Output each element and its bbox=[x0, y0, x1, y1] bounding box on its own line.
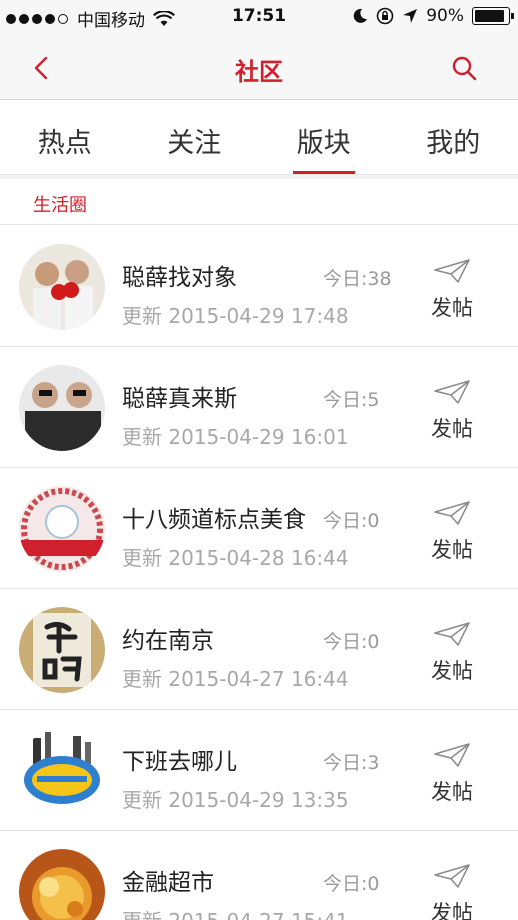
today-count: 今日:38 bbox=[323, 268, 392, 290]
paper-plane-icon bbox=[434, 864, 470, 888]
board-avatar bbox=[19, 728, 105, 814]
updated-time: 更新 2015-04-28 16:44 bbox=[122, 546, 349, 570]
today-count: 今日:0 bbox=[323, 510, 380, 532]
board-avatar bbox=[19, 607, 105, 693]
battery-percent: 90% bbox=[426, 6, 464, 26]
section-header: 生活圈 bbox=[0, 179, 518, 225]
post-button[interactable]: 发帖 bbox=[420, 740, 484, 820]
post-button[interactable]: 发帖 bbox=[420, 861, 484, 920]
tab-mine[interactable]: 我的 bbox=[389, 101, 518, 174]
tab-hot[interactable]: 热点 bbox=[0, 101, 130, 174]
list-item[interactable]: 金融超市 今日:0 更新 2015-04-27 15:41 发帖 bbox=[0, 831, 518, 920]
post-label: 发帖 bbox=[431, 538, 473, 562]
moon-icon bbox=[353, 8, 368, 23]
paper-plane-icon bbox=[434, 259, 470, 283]
navigation-bar: 社区 bbox=[0, 36, 518, 100]
post-button[interactable]: 发帖 bbox=[420, 619, 484, 699]
today-count: 今日:3 bbox=[323, 752, 380, 774]
paper-plane-icon bbox=[434, 743, 470, 767]
page-title: 社区 bbox=[235, 58, 283, 86]
list-item[interactable]: 十八频道标点美食 今日:0 更新 2015-04-28 16:44 发帖 bbox=[0, 468, 518, 589]
list-item[interactable]: 聪薛找对象 今日:38 更新 2015-04-29 17:48 发帖 bbox=[0, 226, 518, 347]
updated-time: 更新 2015-04-27 15:41 bbox=[122, 905, 349, 920]
post-label: 发帖 bbox=[431, 780, 473, 804]
board-name: 约在南京 bbox=[122, 628, 214, 654]
updated-time: 更新 2015-04-29 17:48 bbox=[122, 304, 349, 328]
section-title: 生活圈 bbox=[33, 195, 87, 216]
board-name: 十八频道标点美食 bbox=[122, 507, 306, 533]
updated-time: 更新 2015-04-29 16:01 bbox=[122, 425, 349, 449]
paper-plane-icon bbox=[434, 622, 470, 646]
today-count: 今日:5 bbox=[323, 389, 380, 411]
updated-time: 更新 2015-04-29 13:35 bbox=[122, 788, 349, 812]
board-name: 金融超市 bbox=[122, 870, 214, 896]
location-icon bbox=[403, 9, 418, 23]
post-button[interactable]: 发帖 bbox=[420, 498, 484, 578]
today-count: 今日:0 bbox=[323, 631, 380, 653]
status-right: 90% bbox=[352, 6, 514, 26]
board-name: 聪薛真来斯 bbox=[122, 386, 237, 412]
board-avatar bbox=[19, 365, 105, 451]
board-name: 聪薛找对象 bbox=[122, 265, 237, 291]
paper-plane-icon bbox=[434, 501, 470, 525]
tab-following[interactable]: 关注 bbox=[130, 101, 260, 174]
post-label: 发帖 bbox=[431, 901, 473, 920]
rotation-lock-icon bbox=[376, 7, 394, 25]
battery-icon bbox=[472, 7, 514, 25]
board-avatar bbox=[19, 244, 105, 330]
list-item[interactable]: 下班去哪儿 今日:3 更新 2015-04-29 13:35 发帖 bbox=[0, 710, 518, 831]
battery-cap bbox=[511, 13, 514, 19]
post-label: 发帖 bbox=[431, 296, 473, 320]
board-avatar bbox=[19, 486, 105, 572]
list-item[interactable]: 约在南京 今日:0 更新 2015-04-27 16:44 发帖 bbox=[0, 589, 518, 710]
post-label: 发帖 bbox=[431, 659, 473, 683]
updated-time: 更新 2015-04-27 16:44 bbox=[122, 667, 349, 691]
paper-plane-icon bbox=[434, 380, 470, 404]
board-name: 下班去哪儿 bbox=[122, 749, 237, 775]
list-item[interactable]: 聪薛真来斯 今日:5 更新 2015-04-29 16:01 发帖 bbox=[0, 347, 518, 468]
post-button[interactable]: 发帖 bbox=[420, 377, 484, 457]
board-avatar bbox=[19, 849, 105, 920]
tab-bar: 热点 关注 版块 我的 bbox=[0, 101, 518, 175]
status-bar: 中国移动 17:51 90% bbox=[0, 0, 518, 36]
today-count: 今日:0 bbox=[323, 873, 380, 895]
board-list: 聪薛找对象 今日:38 更新 2015-04-29 17:48 发帖 聪薛真来斯… bbox=[0, 226, 518, 920]
post-label: 发帖 bbox=[431, 417, 473, 441]
battery-fill bbox=[475, 10, 504, 22]
search-icon[interactable] bbox=[450, 54, 478, 82]
post-button[interactable]: 发帖 bbox=[420, 256, 484, 336]
tab-boards[interactable]: 版块 bbox=[259, 101, 389, 174]
